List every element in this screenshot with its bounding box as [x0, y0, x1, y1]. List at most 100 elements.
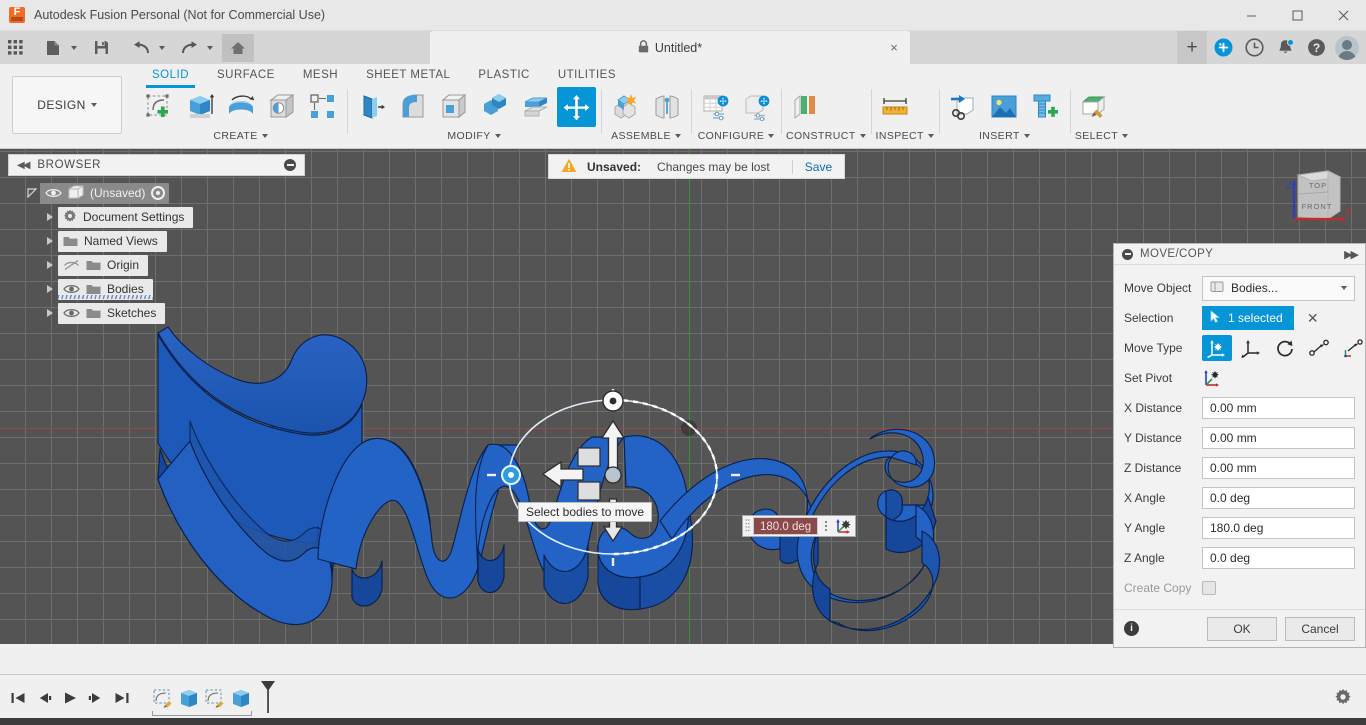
go-to-end-icon[interactable]: [110, 685, 134, 711]
notifications-icon[interactable]: [1270, 31, 1300, 64]
ribbon-group-label-inspect[interactable]: INSPECT: [876, 128, 934, 144]
new-document-dropdown[interactable]: [68, 34, 80, 62]
extrude-feature-icon[interactable]: [176, 685, 202, 711]
step-forward-icon[interactable]: [84, 685, 108, 711]
point-to-point-icon[interactable]: [1304, 335, 1334, 361]
extrude-feature-icon[interactable]: [228, 685, 254, 711]
angle-value-input[interactable]: 180.0 deg: [753, 517, 819, 535]
expand-arrow-icon[interactable]: [42, 285, 58, 293]
redo-icon[interactable]: [174, 34, 204, 62]
offset-plane-icon[interactable]: [786, 87, 825, 127]
tree-item-unsaved[interactable]: (Unsaved): [8, 181, 305, 205]
configuration-table-icon[interactable]: [696, 87, 735, 127]
more-options-icon[interactable]: [819, 521, 833, 531]
save-icon[interactable]: [86, 34, 116, 62]
y-distance-input[interactable]: 0.00 mm: [1202, 427, 1355, 449]
maximize-button[interactable]: [1274, 0, 1320, 31]
redo-dropdown[interactable]: [204, 34, 216, 62]
create-copy-checkbox[interactable]: [1202, 581, 1216, 595]
ribbon-group-label-configure[interactable]: CONFIGURE: [696, 128, 776, 144]
rotate-icon[interactable]: [1270, 335, 1300, 361]
help-icon[interactable]: ?: [1301, 31, 1331, 64]
combine-icon[interactable]: [475, 87, 514, 127]
set-pivot-icon[interactable]: [1198, 365, 1228, 391]
move-copy-icon[interactable]: [557, 87, 596, 127]
x-angle-input[interactable]: 0.0 deg: [1202, 487, 1355, 509]
split-face-icon[interactable]: [516, 87, 555, 127]
activate-component-radio[interactable]: [151, 186, 166, 200]
tab-utilities[interactable]: UTILITIES: [544, 66, 630, 86]
collapse-icon[interactable]: [1122, 248, 1133, 260]
expand-arrow-icon[interactable]: [42, 261, 58, 269]
expand-arrow-icon[interactable]: [42, 213, 58, 221]
play-icon[interactable]: [58, 685, 82, 711]
joint-icon[interactable]: [647, 87, 686, 127]
ribbon-group-label-select[interactable]: SELECT: [1075, 128, 1129, 144]
translate-icon[interactable]: [1236, 335, 1266, 361]
go-to-beginning-icon[interactable]: [6, 685, 30, 711]
collapse-icon[interactable]: [284, 159, 296, 171]
extension-icon[interactable]: [1208, 31, 1238, 64]
expand-arrow-icon[interactable]: [42, 237, 58, 245]
minimize-button[interactable]: [1228, 0, 1274, 31]
fillet-icon[interactable]: [393, 87, 432, 127]
press-pull-icon[interactable]: [352, 87, 391, 127]
new-document-icon[interactable]: [38, 34, 68, 62]
add-tab-button[interactable]: +: [1177, 31, 1207, 64]
derive-icon[interactable]: [944, 87, 983, 127]
drag-grip-icon[interactable]: [743, 516, 752, 536]
tree-item-bodies[interactable]: Bodies: [8, 277, 305, 301]
expand-arrow-icon[interactable]: [24, 188, 40, 198]
info-icon[interactable]: i: [1124, 621, 1139, 636]
ribbon-group-label-insert[interactable]: INSERT: [944, 128, 1065, 144]
timeline-marker-icon[interactable]: [258, 680, 278, 717]
avatar[interactable]: [1332, 31, 1362, 64]
settings-gear-icon[interactable]: [1334, 688, 1352, 709]
triad-move-icon[interactable]: [833, 516, 855, 536]
view-cube[interactable]: TOP FRONT Z X: [1276, 161, 1356, 239]
expand-left-icon[interactable]: ◀◀: [17, 160, 30, 171]
z-angle-input[interactable]: 0.0 deg: [1202, 547, 1355, 569]
measure-icon[interactable]: [876, 87, 915, 127]
ribbon-group-label-create[interactable]: CREATE: [139, 128, 342, 144]
recent-icon[interactable]: [1239, 31, 1269, 64]
shell-icon[interactable]: [434, 87, 473, 127]
create-sketch-icon[interactable]: [139, 87, 178, 127]
move-object-select[interactable]: Bodies...: [1202, 275, 1355, 301]
fast-forward-icon[interactable]: ▶▶: [1344, 248, 1359, 261]
new-component-icon[interactable]: [606, 87, 645, 127]
sketch-feature-icon[interactable]: [202, 685, 228, 711]
undo-icon[interactable]: [126, 34, 156, 62]
ribbon-group-label-assemble[interactable]: ASSEMBLE: [606, 128, 686, 144]
tree-item-sketches[interactable]: Sketches: [8, 301, 305, 325]
tree-item-named-views[interactable]: Named Views: [8, 229, 305, 253]
workspace-switcher[interactable]: DESIGN: [12, 76, 122, 134]
cancel-button[interactable]: Cancel: [1285, 616, 1355, 641]
visibility-icon[interactable]: [45, 187, 62, 200]
app-grid-icon[interactable]: [0, 34, 30, 62]
angle-input-overlay[interactable]: 180.0 deg: [742, 515, 857, 537]
extrude-icon[interactable]: [180, 87, 219, 127]
point-to-position-icon[interactable]: [1338, 335, 1366, 361]
ribbon-group-label-modify[interactable]: MODIFY: [352, 128, 596, 144]
x-distance-input[interactable]: 0.00 mm: [1202, 397, 1355, 419]
save-link[interactable]: Save: [791, 159, 832, 174]
tree-item-document-settings[interactable]: Document Settings: [8, 205, 305, 229]
pattern-icon[interactable]: [303, 87, 342, 127]
canvas-icon[interactable]: [985, 87, 1024, 127]
free-move-icon[interactable]: [1202, 335, 1232, 361]
configure-part-icon[interactable]: [737, 87, 776, 127]
undo-dropdown[interactable]: [156, 34, 168, 62]
z-distance-input[interactable]: 0.00 mm: [1202, 457, 1355, 479]
visibility-icon[interactable]: [63, 307, 80, 320]
ok-button[interactable]: OK: [1207, 616, 1277, 641]
visibility-off-icon[interactable]: [63, 259, 80, 272]
close-tab-icon[interactable]: ×: [887, 40, 901, 55]
tab-mesh[interactable]: MESH: [289, 66, 352, 86]
expand-arrow-icon[interactable]: [42, 309, 58, 317]
ribbon-group-label-construct[interactable]: CONSTRUCT: [786, 128, 866, 144]
hole-icon[interactable]: [262, 87, 301, 127]
sketch-feature-icon[interactable]: [150, 685, 176, 711]
home-icon[interactable]: [222, 33, 254, 62]
tab-solid[interactable]: SOLID: [138, 66, 203, 88]
